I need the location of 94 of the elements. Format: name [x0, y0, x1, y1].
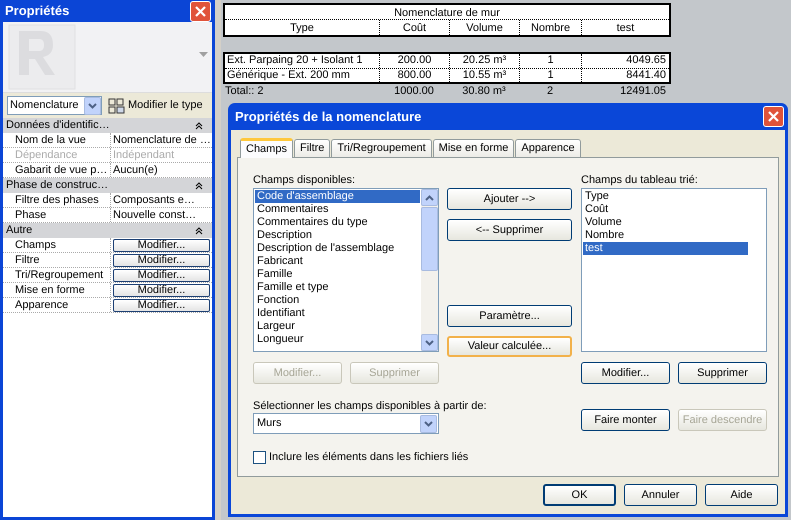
table-cell-text: Générique - Ext. 200 mm — [226, 69, 351, 82]
list-item[interactable]: Famille — [255, 268, 420, 281]
table-cell: 10.55 m³ — [449, 69, 519, 82]
list-item[interactable]: Commentaires — [255, 203, 420, 216]
type-selector[interactable]: Nomenclature — [7, 96, 102, 115]
group-header[interactable]: Autre — [3, 223, 212, 238]
list-item[interactable]: Type — [583, 190, 748, 203]
dialog-button[interactable]: Annuler — [624, 484, 697, 506]
tab[interactable]: Apparence — [515, 139, 581, 157]
order-button[interactable]: Faire monter — [581, 409, 670, 431]
table-cell: 20.25 m³ — [449, 54, 519, 68]
checkbox[interactable] — [253, 450, 266, 464]
tab[interactable]: Tri/Regroupement — [331, 139, 432, 157]
checkbox-label[interactable]: Inclure les éléments dans les fichiers liés — [269, 449, 468, 466]
available-fields-list[interactable]: Code d'assemblage Commentaires Commentaires du type Description Description de l'assemblage Fabricant Famille Famille et type Fonction Identifiant Largeur Longueur — [253, 188, 439, 352]
list-item[interactable]: Description — [255, 229, 420, 242]
table-cell: 1 — [519, 69, 581, 82]
property-label: Mise en forme — [3, 283, 111, 297]
list-item[interactable]: Coût — [583, 203, 748, 216]
table-cell: 4049.65 — [581, 54, 669, 68]
close-icon[interactable] — [195, 6, 206, 16]
tab[interactable]: Filtre — [294, 139, 330, 157]
group-header[interactable]: Données d'identific… — [3, 118, 212, 133]
close-button[interactable] — [190, 0, 211, 22]
property-value[interactable]: Nouvelle const… — [111, 208, 212, 222]
property-label: Champs — [3, 238, 111, 252]
total-cell-text: 1000.00 — [393, 84, 435, 98]
group-header[interactable]: Phase de construc… — [3, 178, 212, 193]
field-label: Champs disponibles: — [253, 173, 356, 188]
list-item[interactable]: Identifiant — [255, 307, 420, 320]
remove-button[interactable]: <-- Supprimer — [447, 219, 572, 241]
column-header: test — [581, 20, 669, 35]
edit-button[interactable]: Modifier... — [113, 254, 210, 267]
edit-type-button[interactable]: Modifier le type — [108, 97, 203, 114]
tab[interactable]: Mise en forme — [432, 139, 514, 157]
field-label: Sélectionner les champs disponibles à partir de: — [253, 399, 487, 412]
table-cell: 800.00 — [379, 69, 449, 82]
schedule-title: Nomenclature de mur — [394, 6, 500, 19]
calculated-value-button[interactable]: Valeur calculée... — [447, 336, 572, 357]
add-button[interactable]: Ajouter --> — [447, 188, 572, 210]
total-cell-text: 2 — [546, 84, 554, 98]
column-header: Coût — [379, 20, 449, 35]
dropdown-arrow-icon — [199, 52, 208, 56]
edit-button[interactable]: Modifier... — [113, 239, 210, 252]
list-item[interactable]: Longueur — [255, 333, 420, 346]
close-icon[interactable] — [768, 111, 779, 122]
property-value[interactable]: Aucun(e) — [111, 163, 212, 177]
field-label: Champs du tableau trié: — [581, 173, 699, 188]
panel-title: Propriétés — [5, 2, 70, 20]
edit-button[interactable]: Modifier... — [113, 299, 210, 312]
total-cell-text: 12491.05 — [619, 84, 667, 98]
list-item[interactable]: Largeur — [255, 320, 420, 333]
property-label: Gabarit de vue p… — [3, 163, 111, 177]
dialog-button[interactable]: Aide — [705, 484, 778, 506]
list-item[interactable]: Volume — [583, 216, 748, 229]
close-button[interactable] — [763, 106, 784, 127]
property-label: Apparence — [3, 298, 111, 312]
list-item[interactable]: test — [583, 242, 748, 255]
property-value[interactable]: Composants e… — [111, 193, 212, 207]
list-button[interactable]: Modifier... — [581, 362, 670, 384]
scrollbar[interactable] — [421, 189, 438, 351]
table-cell: 1 — [519, 54, 581, 68]
property-label: Filtre — [3, 253, 111, 267]
column-header: Nombre — [519, 20, 581, 35]
column-header: Type — [289, 21, 315, 35]
edit-type-icon — [108, 98, 125, 114]
property-label: Tri/Regroupement — [3, 268, 111, 282]
table-cell: 200.00 — [379, 54, 449, 68]
parameter-button[interactable]: Paramètre... — [447, 305, 572, 327]
table-cell: 8441.40 — [581, 69, 669, 82]
property-label: Dépendance — [3, 148, 111, 162]
property-label: Filtre des phases — [3, 193, 111, 207]
list-item[interactable]: Fonction — [255, 294, 420, 307]
total-cell-text: Total:: 2 — [225, 84, 265, 98]
table-cell-text: Ext. Parpaing 20 + Isolant 1 — [226, 54, 364, 68]
scheduled-fields-list[interactable]: Type Coût Volume Nombre test — [581, 188, 767, 352]
list-item[interactable]: Nombre — [583, 229, 748, 242]
tab[interactable]: Champs — [240, 138, 293, 158]
edit-button[interactable]: Modifier... — [113, 284, 210, 297]
dialog-button[interactable]: OK — [543, 484, 616, 506]
property-label: Phase — [3, 208, 111, 222]
dialog-title: Propriétés de la nomenclature — [235, 108, 422, 126]
list-item[interactable]: Fabricant — [255, 255, 420, 268]
edit-button[interactable]: Modifier... — [113, 269, 210, 282]
property-label: Nom de la vue — [3, 133, 111, 147]
list-item[interactable]: Description de l'assemblage — [255, 242, 420, 255]
list-item[interactable]: Commentaires du type — [255, 216, 420, 229]
list-item[interactable]: Famille et type — [255, 281, 420, 294]
column-header: Volume — [449, 20, 519, 35]
property-value[interactable]: Nomenclature de … — [111, 133, 212, 147]
list-button[interactable]: Supprimer — [678, 362, 767, 384]
list-item[interactable]: Code d'assemblage — [255, 190, 420, 203]
source-dropdown[interactable]: Murs — [253, 413, 439, 434]
total-cell-text: 30.80 m³ — [461, 84, 507, 98]
